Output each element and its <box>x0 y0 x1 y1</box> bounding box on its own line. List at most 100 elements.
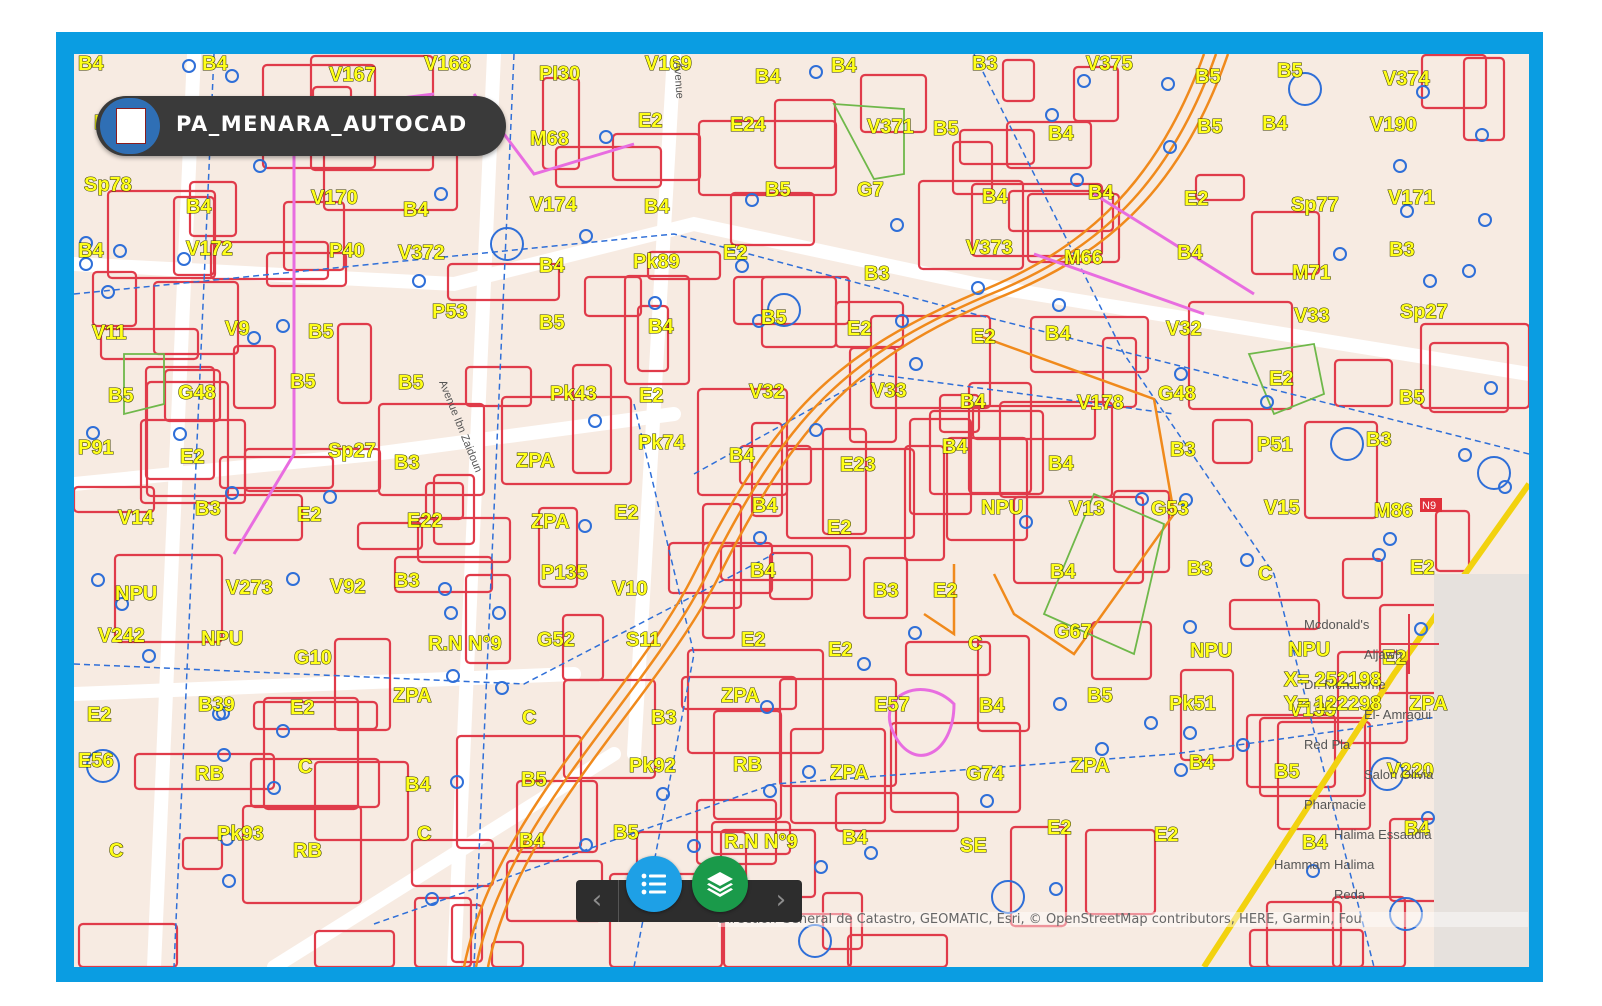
zone-label: V169 <box>645 54 692 75</box>
zone-label: E2 <box>723 242 747 264</box>
zone-label: B3 <box>195 498 221 520</box>
zone-label: C <box>109 840 123 862</box>
toolbar-prev-button[interactable]: ‹ <box>576 880 619 922</box>
place-label: Aljawh <box>1364 647 1402 662</box>
zone-label: E2 <box>828 639 852 661</box>
zone-label: B3 <box>1389 239 1415 261</box>
widget-toolbar: ‹ › <box>576 880 802 922</box>
layers-button[interactable] <box>692 856 748 912</box>
zone-label: P91 <box>78 437 114 459</box>
network-node <box>1095 742 1109 756</box>
zone-label: B5 <box>761 307 787 329</box>
place-label: Mcdonald's <box>1304 617 1370 632</box>
zone-label: V32 <box>1166 318 1202 340</box>
zone-label: ZPA <box>516 450 555 472</box>
zone-label: B4 <box>648 316 674 338</box>
network-node <box>222 874 236 888</box>
network-node <box>1477 456 1511 490</box>
network-node <box>1183 620 1197 634</box>
zone-label: Pk92 <box>629 755 676 777</box>
network-node <box>1161 77 1175 91</box>
place-label: Reda <box>1334 887 1366 902</box>
network-node <box>1462 264 1476 278</box>
map-view[interactable]: B4 B4 V167 V168 PI30 V169 B4 B4 B3 V375 B5 B5 V374 E2… <box>74 54 1529 967</box>
zone-label: B4 <box>1262 113 1288 135</box>
zone-label: C <box>298 756 312 778</box>
zone-label: Sp78 <box>84 174 132 196</box>
zone-label: B5 <box>1195 66 1221 88</box>
zone-label: E2 <box>639 385 663 407</box>
zone-label: S11 <box>626 629 660 651</box>
zone-label: B3 <box>864 263 890 285</box>
network-node <box>323 490 337 504</box>
app-title-bar[interactable]: PA_MENARA_AUTOCAD <box>96 96 506 156</box>
zone-label: PI30 <box>539 63 580 85</box>
zone-label: G48 <box>178 382 216 404</box>
zone-label: B5 <box>1274 761 1300 783</box>
zone-label: V14 <box>118 507 154 529</box>
parcel <box>232 344 277 410</box>
zone-label: B4 <box>942 436 968 458</box>
zone-label: Pk51 <box>1169 693 1216 715</box>
zone-label: E2 <box>933 580 957 602</box>
network-node <box>276 724 290 738</box>
place-label: Pharmacie <box>1304 797 1366 812</box>
parcel <box>1084 828 1157 916</box>
zone-label: B5 <box>933 118 959 140</box>
zone-label: P51 <box>1257 434 1293 456</box>
zone-label: B5 <box>290 371 316 393</box>
zone-label: E2 <box>741 629 765 651</box>
zone-label: V375 <box>1086 54 1133 75</box>
zone-label: B4 <box>1048 123 1074 145</box>
zone-label: B5 <box>765 179 791 201</box>
zone-label: V13 <box>1069 498 1105 520</box>
zone-label: V9 <box>225 318 249 340</box>
zone-label: E2 <box>180 446 204 468</box>
zone-label: B5 <box>539 312 565 334</box>
zone-label: R.N N°9 <box>724 831 798 853</box>
zone-label: V32 <box>749 381 785 403</box>
zone-label: ZPA <box>721 685 760 707</box>
parcel <box>490 940 525 967</box>
zone-label: B4 <box>78 240 104 262</box>
coord-x-readout: X= 252198 <box>1284 669 1381 691</box>
zone-label: V172 <box>186 238 233 260</box>
network-node <box>142 649 156 663</box>
network-node <box>490 227 524 261</box>
zone-label: ZPA <box>393 685 432 707</box>
network-node <box>809 423 823 437</box>
legend-button[interactable] <box>626 856 682 912</box>
zone-label: G67 <box>1054 621 1092 643</box>
app-title: PA_MENARA_AUTOCAD <box>176 112 468 136</box>
place-label: Salon Olivia <box>1364 767 1434 782</box>
network-node <box>444 606 458 620</box>
zone-label: Pk89 <box>633 251 680 273</box>
network-node <box>1458 448 1472 462</box>
zone-label: G52 <box>537 629 575 651</box>
list-icon <box>641 873 666 895</box>
zone-label: E2 <box>827 517 851 539</box>
zone-label: V33 <box>871 380 907 402</box>
network-node <box>1077 74 1091 88</box>
zone-label: ZPA <box>830 762 869 784</box>
zone-label: B4 <box>1045 323 1071 345</box>
map-basemap: B4 B4 V167 V168 PI30 V169 B4 B4 B3 V375 B5 B5 V374 E2… <box>74 54 1529 967</box>
layers-icon <box>707 872 733 897</box>
zone-label: B5 <box>108 385 134 407</box>
zone-label: B5 <box>613 822 639 844</box>
zone-label: E2 <box>1184 188 1208 210</box>
zone-label: B39 <box>198 694 235 716</box>
network-node <box>1183 726 1197 740</box>
parcel <box>1001 58 1036 103</box>
network-node <box>434 187 448 201</box>
network-node <box>1053 697 1067 711</box>
zone-label: E24 <box>730 114 766 136</box>
zone-label: Pk74 <box>638 432 686 454</box>
network-node <box>909 357 923 371</box>
parcel <box>336 322 373 405</box>
zone-label: V273 <box>226 577 273 599</box>
toolbar-next-button[interactable]: › <box>760 880 802 922</box>
zone-label: G10 <box>294 647 332 669</box>
zone-label: Sp27 <box>1400 301 1448 323</box>
zone-label: Pk43 <box>550 383 597 405</box>
